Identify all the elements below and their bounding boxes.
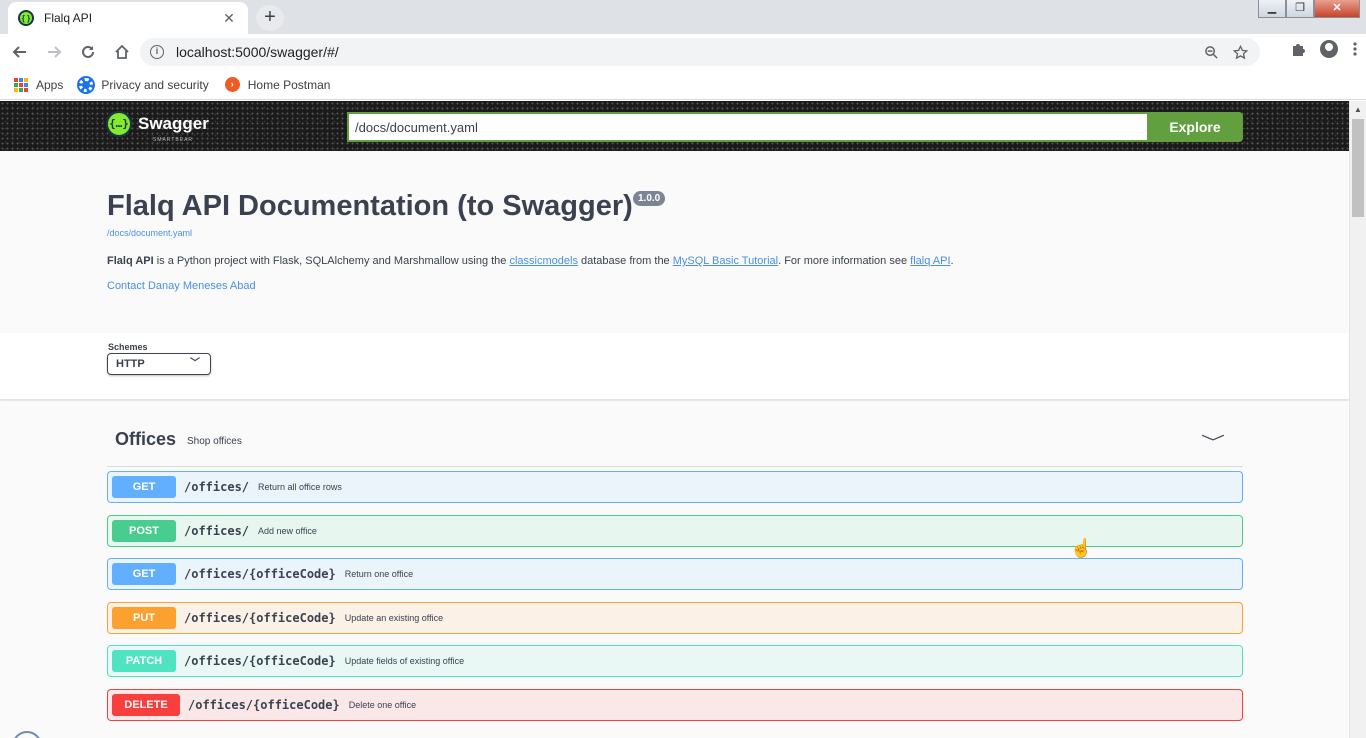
method-badge: GET bbox=[112, 563, 176, 585]
profile-avatar-icon[interactable] bbox=[1320, 40, 1338, 58]
swagger-topbar: {…} Swagger SMARTBEAR Explore bbox=[0, 101, 1349, 151]
contact-link[interactable]: Contact Danay Meneses Abad bbox=[107, 280, 256, 292]
operation-delete-office[interactable]: DELETE /offices/{officeCode} Delete one … bbox=[107, 689, 1243, 721]
spec-link[interactable]: /docs/document.yaml bbox=[107, 228, 192, 238]
scrollbar-thumb[interactable] bbox=[1352, 119, 1364, 217]
tag-description: Shop offices bbox=[187, 436, 242, 447]
operation-get-offices[interactable]: GET /offices/ Return all office rows bbox=[107, 471, 1243, 503]
schemes-section: Schemes HTTP ﹀ bbox=[0, 333, 1349, 400]
close-tab-icon[interactable]: ✕ bbox=[220, 10, 238, 27]
postman-icon: › bbox=[224, 77, 240, 92]
window-controls: ▁ ❐ ✕ bbox=[1258, 0, 1360, 18]
page-viewport: {…} Swagger SMARTBEAR Explore Flalq API … bbox=[0, 101, 1366, 738]
bookmarks-bar: Apps Privacy and security › Home Postman bbox=[0, 70, 1366, 100]
tag-name: Offices bbox=[115, 429, 177, 449]
bookmark-home-postman[interactable]: › Home Postman bbox=[224, 77, 331, 92]
swagger-logo-icon: {…} bbox=[106, 111, 132, 137]
browser-toolbar: i localhost:5000/swagger/#/ bbox=[0, 34, 1366, 70]
desc-text: . bbox=[950, 255, 954, 267]
menu-kebab-icon[interactable] bbox=[1352, 41, 1358, 57]
tab-title: Flalq API bbox=[44, 11, 93, 25]
operation-path: /offices/ bbox=[184, 524, 250, 538]
zoom-icon[interactable] bbox=[1204, 45, 1219, 60]
operation-summary: Return all office rows bbox=[258, 482, 342, 492]
hand-cursor-icon: ☝ bbox=[1070, 538, 1093, 558]
schemes-selected-value: HTTP bbox=[116, 358, 145, 370]
operation-summary: Update fields of existing office bbox=[344, 656, 465, 666]
operation-summary: Update an existing office bbox=[344, 613, 444, 623]
bookmark-star-icon[interactable] bbox=[1233, 44, 1248, 60]
method-badge: DELETE bbox=[112, 694, 180, 716]
operation-path: /offices/{officeCode} bbox=[184, 567, 336, 581]
close-window-button[interactable]: ✕ bbox=[1314, 0, 1360, 18]
method-badge: PATCH bbox=[112, 650, 176, 672]
operation-summary: Return one office bbox=[344, 569, 414, 579]
reload-icon[interactable] bbox=[74, 38, 102, 66]
desc-bold: Flalq API bbox=[107, 255, 154, 267]
operation-path: /offices/{officeCode} bbox=[184, 611, 336, 625]
operation-get-office[interactable]: GET /offices/{officeCode} Return one off… bbox=[107, 558, 1243, 590]
schemes-label: Schemes bbox=[108, 342, 148, 352]
address-bar[interactable]: i localhost:5000/swagger/#/ bbox=[140, 38, 1260, 66]
scroll-up-icon[interactable]: ▲ bbox=[1350, 101, 1366, 118]
operation-path: /offices/{officeCode} bbox=[188, 698, 340, 712]
swagger-logo-subtext: SMARTBEAR bbox=[153, 137, 194, 143]
desc-text: database from the bbox=[577, 255, 673, 267]
api-title: Flalq API Documentation (to Swagger) bbox=[107, 190, 633, 222]
desc-text: . For more information see bbox=[778, 255, 911, 267]
flalq-api-link[interactable]: flalq API bbox=[910, 255, 950, 267]
api-info-section bbox=[0, 151, 1349, 333]
operation-put-office[interactable]: PUT /offices/{officeCode} Update an exis… bbox=[107, 602, 1243, 634]
browser-tab[interactable]: { } Flalq API ✕ bbox=[8, 2, 248, 34]
operation-patch-office[interactable]: PATCH /offices/{officeCode} Update field… bbox=[107, 645, 1243, 677]
schemes-select[interactable]: HTTP ﹀ bbox=[107, 353, 211, 375]
swagger-logo-text: Swagger bbox=[138, 114, 209, 133]
spec-url-input[interactable] bbox=[347, 112, 1147, 142]
chevron-down-icon: ﹀ bbox=[190, 358, 200, 369]
method-badge: PUT bbox=[112, 607, 176, 629]
tag-offices-header[interactable]: Offices Shop offices ﹀ bbox=[107, 427, 1243, 467]
method-badge: POST bbox=[112, 520, 176, 542]
method-badge: GET bbox=[112, 476, 176, 498]
operation-summary: Delete one office bbox=[348, 700, 417, 710]
operations-section: Offices Shop offices ﹀ GET /offices/ Ret… bbox=[0, 401, 1349, 738]
operation-summary: Add new office bbox=[258, 526, 317, 536]
api-description: Flalq API is a Python project with Flask… bbox=[107, 255, 954, 267]
swagger-logo[interactable]: {…} Swagger bbox=[106, 111, 209, 137]
collapse-chevron-icon[interactable]: ﹀ bbox=[1201, 429, 1225, 453]
gear-icon bbox=[79, 77, 94, 92]
minimize-button[interactable]: ▁ bbox=[1258, 0, 1286, 18]
maximize-button[interactable]: ❐ bbox=[1286, 0, 1314, 18]
operation-path: /offices/{officeCode} bbox=[184, 654, 336, 668]
classicmodels-link[interactable]: classicmodels bbox=[509, 255, 577, 267]
desc-text: is a Python project with Flask, SQLAlche… bbox=[153, 255, 510, 267]
forward-arrow-icon[interactable] bbox=[40, 38, 68, 66]
apps-grid-icon bbox=[14, 77, 28, 92]
bookmark-label: Apps bbox=[36, 77, 64, 92]
bookmark-apps[interactable]: Apps bbox=[14, 77, 64, 92]
version-badge: 1.0.0 bbox=[633, 191, 666, 206]
tab-strip: { } Flalq API ✕ + ▁ ❐ ✕ bbox=[0, 0, 1366, 34]
page-scrollbar[interactable]: ▲ bbox=[1349, 101, 1366, 738]
back-arrow-icon[interactable] bbox=[6, 38, 34, 66]
mysql-tutorial-link[interactable]: MySQL Basic Tutorial bbox=[673, 255, 778, 267]
operation-path: /offices/ bbox=[184, 480, 250, 494]
extensions-puzzle-icon[interactable] bbox=[1290, 41, 1306, 57]
home-icon[interactable] bbox=[108, 38, 136, 66]
bookmark-label: Home Postman bbox=[247, 77, 331, 92]
swagger-favicon-icon: { } bbox=[18, 10, 34, 26]
url-text[interactable]: localhost:5000/swagger/#/ bbox=[176, 44, 1204, 60]
explore-button[interactable]: Explore bbox=[1147, 112, 1243, 142]
site-info-icon[interactable]: i bbox=[150, 45, 164, 59]
new-tab-button[interactable]: + bbox=[256, 5, 284, 31]
bookmark-label: Privacy and security bbox=[101, 77, 209, 92]
bookmark-privacy-security[interactable]: Privacy and security bbox=[79, 77, 209, 92]
